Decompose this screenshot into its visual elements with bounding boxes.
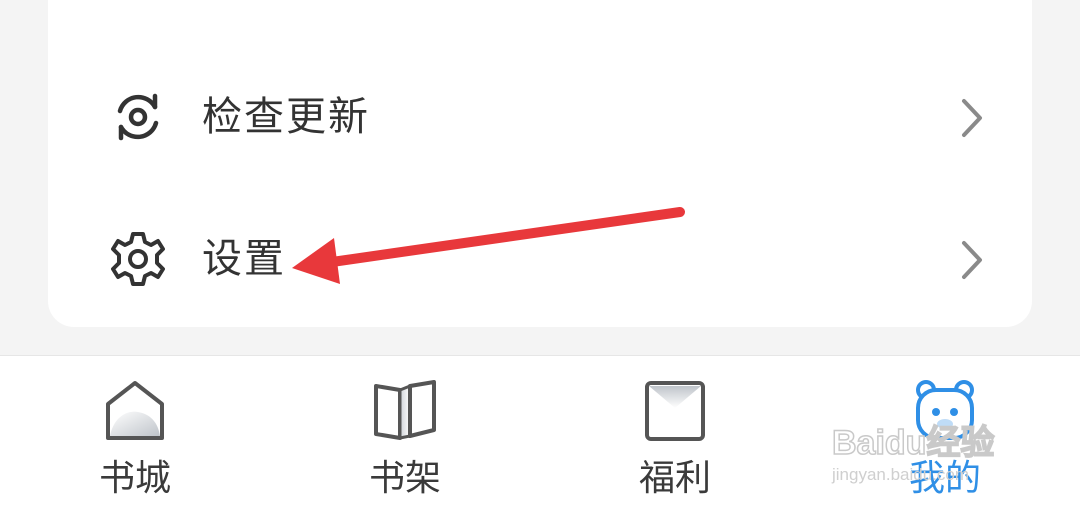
gear-icon xyxy=(111,232,165,286)
tab-label: 书城 xyxy=(98,458,171,499)
menu-item-check-update[interactable]: 检查更新 xyxy=(48,45,1032,185)
menu-item-settings[interactable]: 设置 xyxy=(48,187,1032,327)
tab-welfare[interactable]: 福利 xyxy=(585,356,765,513)
bear-face-icon xyxy=(916,380,974,440)
house-icon xyxy=(106,381,164,440)
menu-card: 检查更新 设置 xyxy=(48,0,1032,327)
tab-label: 书架 xyxy=(368,458,441,499)
refresh-sync-icon xyxy=(117,93,159,141)
tab-label: 我的 xyxy=(908,458,981,499)
chevron-right-icon xyxy=(962,99,982,137)
bottom-tab-bar: 书城 书架 福利 我的 xyxy=(0,355,1080,513)
chevron-right-icon xyxy=(962,241,982,279)
envelope-icon xyxy=(645,381,705,441)
menu-item-label: 检查更新 xyxy=(202,94,370,140)
tab-bookstore[interactable]: 书城 xyxy=(45,356,225,513)
profile-screen: 检查更新 设置 书城 书架 福利 我的 Baidu经验 jingyan.baid… xyxy=(0,0,1080,513)
open-book-icon xyxy=(374,380,436,440)
tab-mine[interactable]: 我的 xyxy=(855,356,1035,513)
tab-bookshelf[interactable]: 书架 xyxy=(315,356,495,513)
tab-label: 福利 xyxy=(638,458,711,499)
menu-item-label: 设置 xyxy=(202,236,286,282)
